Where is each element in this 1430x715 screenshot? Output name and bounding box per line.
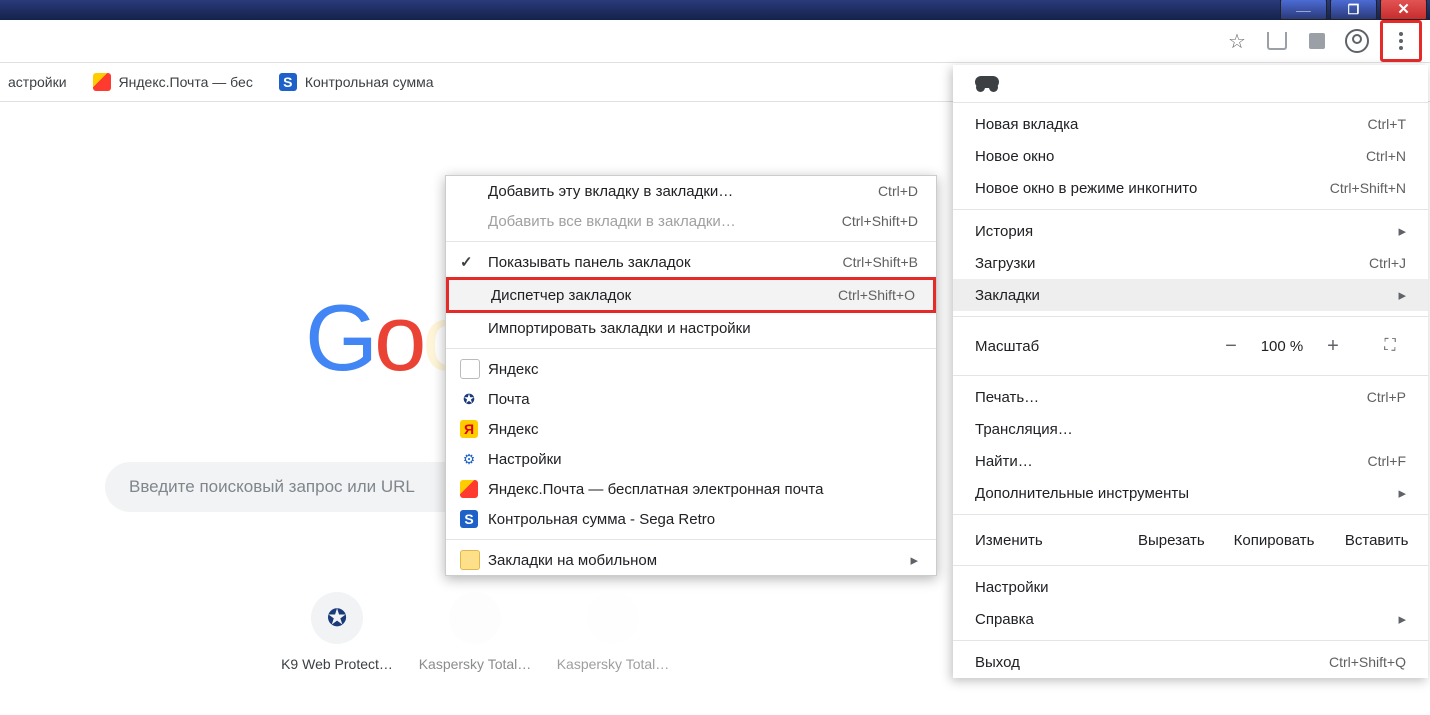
shield-icon: ✪	[327, 604, 347, 633]
menu-find[interactable]: Найти…Ctrl+F	[953, 445, 1428, 477]
menu-help[interactable]: Справка▸	[953, 603, 1428, 635]
submenu-bookmark-item[interactable]: ЯЯндекс	[446, 414, 936, 444]
bookmark-label: Яндекс.Почта — бес	[119, 74, 253, 90]
chevron-right-icon: ▸	[1398, 484, 1406, 502]
profile-button[interactable]	[1340, 24, 1374, 58]
submenu-bookmark-manager[interactable]: Диспетчер закладокCtrl+Shift+O	[446, 277, 936, 313]
edit-cut-button[interactable]: Вырезать	[1120, 524, 1223, 557]
bookmark-item[interactable]: астройки	[8, 74, 67, 90]
chevron-right-icon: ▸	[1398, 222, 1406, 240]
bookmark-label: астройки	[8, 74, 67, 90]
submenu-bookmark-item[interactable]: ⚙Настройки	[446, 444, 936, 474]
main-menu: Новая вкладкаCtrl+T Новое окноCtrl+N Нов…	[953, 65, 1428, 678]
submenu-show-bookmarks-bar[interactable]: Показывать панель закладокCtrl+Shift+B	[446, 247, 936, 277]
window-maximize-button[interactable]: ❐	[1330, 0, 1377, 20]
zoom-out-button[interactable]: −	[1210, 331, 1252, 361]
folder-icon	[460, 550, 480, 570]
site-icon: S	[460, 510, 478, 528]
gear-icon: ⚙	[460, 450, 478, 468]
mail-icon	[93, 73, 111, 91]
submenu-bookmark-item[interactable]: ✪Почта	[446, 384, 936, 414]
menu-new-tab[interactable]: Новая вкладкаCtrl+T	[953, 108, 1428, 140]
submenu-bookmark-item[interactable]: Яндекс.Почта — бесплатная электронная по…	[446, 474, 936, 504]
menu-bookmarks[interactable]: Закладки▸	[953, 279, 1428, 311]
mail-icon	[460, 480, 478, 498]
window-minimize-button[interactable]: __	[1280, 0, 1327, 20]
menu-exit[interactable]: ВыходCtrl+Shift+Q	[953, 646, 1428, 678]
incognito-icon	[975, 76, 999, 88]
submenu-mobile-bookmarks[interactable]: Закладки на мобильном▸	[446, 545, 936, 575]
submenu-bookmark-item[interactable]: SКонтрольная сумма - Sega Retro	[446, 504, 936, 534]
menu-cast[interactable]: Трансляция…	[953, 413, 1428, 445]
gear-icon: ✪	[460, 390, 478, 408]
zoom-value: 100 %	[1252, 338, 1312, 355]
shortcut-label: K9 Web Protect…	[281, 656, 393, 672]
menu-more-tools[interactable]: Дополнительные инструменты▸	[953, 477, 1428, 509]
extension-bookmark-icon[interactable]	[1260, 24, 1294, 58]
browser-toolbar: ☆	[0, 20, 1430, 63]
shortcut-tile[interactable]: ✪ K9 Web Protect…	[272, 592, 402, 672]
extension-hub-icon[interactable]	[1300, 24, 1334, 58]
page-icon	[460, 359, 480, 379]
fullscreen-button[interactable]: ⛶	[1370, 331, 1410, 361]
shortcut-label: Kaspersky Total…	[419, 656, 532, 672]
menu-settings[interactable]: Настройки	[953, 571, 1428, 603]
menu-downloads[interactable]: ЗагрузкиCtrl+J	[953, 247, 1428, 279]
chevron-right-icon: ▸	[910, 551, 918, 569]
menu-zoom: Масштаб − 100 % + ⛶	[953, 322, 1428, 370]
shortcut-tile[interactable]: Kaspersky Total…	[548, 592, 678, 672]
chevron-right-icon: ▸	[1398, 610, 1406, 628]
main-menu-button[interactable]	[1380, 20, 1422, 62]
submenu-add-all-tabs: Добавить все вкладки в закладки…Ctrl+Shi…	[446, 206, 936, 236]
zoom-in-button[interactable]: +	[1312, 331, 1354, 361]
edit-copy-button[interactable]: Копировать	[1223, 524, 1326, 557]
submenu-import[interactable]: Импортировать закладки и настройки	[446, 313, 936, 343]
bookmark-item[interactable]: Яндекс.Почта — бес	[93, 73, 253, 91]
bookmark-label: Контрольная сумма	[305, 74, 434, 90]
yandex-icon: Я	[460, 420, 478, 438]
menu-print[interactable]: Печать…Ctrl+P	[953, 381, 1428, 413]
menu-history[interactable]: История▸	[953, 215, 1428, 247]
edit-paste-button[interactable]: Вставить	[1325, 524, 1428, 557]
kebab-icon	[1399, 32, 1403, 50]
chevron-right-icon: ▸	[1398, 286, 1406, 304]
menu-new-window[interactable]: Новое окноCtrl+N	[953, 140, 1428, 172]
bookmark-star-icon[interactable]: ☆	[1220, 24, 1254, 58]
bookmarks-submenu: Добавить эту вкладку в закладки…Ctrl+D Д…	[445, 175, 937, 576]
shortcut-label: Kaspersky Total…	[557, 656, 670, 672]
window-close-button[interactable]: ✕	[1380, 0, 1427, 20]
window-titlebar: __ ❐ ✕	[0, 0, 1430, 20]
search-placeholder: Введите поисковый запрос или URL	[129, 477, 415, 497]
menu-new-incognito[interactable]: Новое окно в режиме инкогнитоCtrl+Shift+…	[953, 172, 1428, 204]
bookmark-item[interactable]: S Контрольная сумма	[279, 73, 434, 91]
submenu-bookmark-item[interactable]: Яндекс	[446, 354, 936, 384]
site-icon: S	[279, 73, 297, 91]
menu-edit-row: Изменить Вырезать Копировать Вставить	[953, 520, 1428, 560]
incognito-indicator	[953, 65, 1428, 97]
submenu-add-this-tab[interactable]: Добавить эту вкладку в закладки…Ctrl+D	[446, 176, 936, 206]
shortcut-tile[interactable]: Kaspersky Total…	[410, 592, 540, 672]
